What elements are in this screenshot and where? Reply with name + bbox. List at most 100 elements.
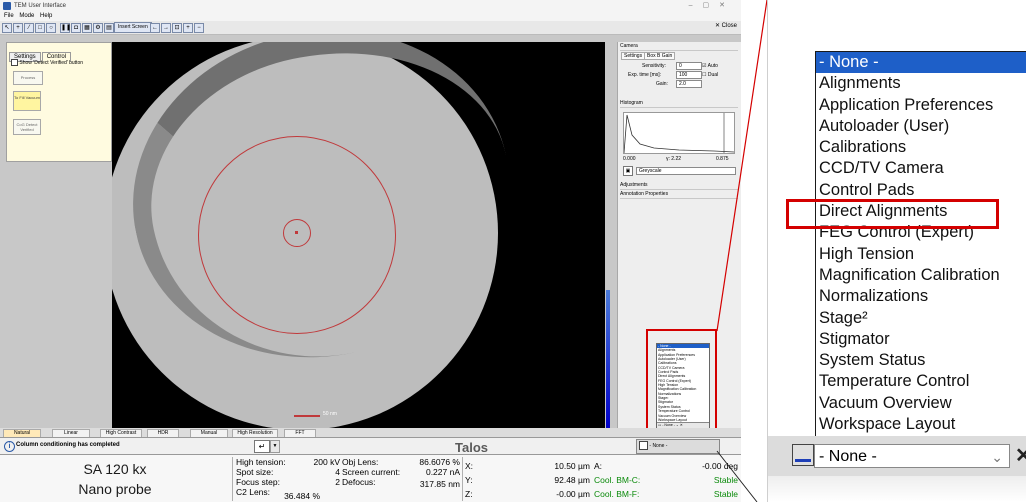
stage-y-label: Y:	[465, 475, 473, 485]
separator	[232, 457, 233, 501]
fill-vacuum-button[interactable]: To Fill Vacuum	[13, 91, 41, 111]
cool-bm-f-label: Cool. BM-F:	[594, 489, 640, 499]
show-detect-verified-checkbox[interactable]	[11, 59, 18, 66]
chevron-down-icon[interactable]: ▼	[270, 440, 280, 453]
layout-icon[interactable]: ▤	[104, 23, 114, 33]
high-tension-value: 200 kV	[313, 457, 340, 467]
defocus-value: 317.85 nm	[419, 479, 460, 489]
dropdown-item-application-preferences[interactable]: Application Preferences	[816, 95, 1026, 116]
dropdown-item-calibrations[interactable]: Calibrations	[816, 137, 1026, 158]
separator	[462, 457, 463, 501]
menu-bar: File Mode Help	[0, 12, 741, 21]
highlight-box-direct-alignments	[786, 199, 999, 229]
dropdown-item-none[interactable]: - None -	[816, 52, 1026, 74]
zoom-in-icon[interactable]: +	[183, 23, 193, 33]
dropdown-item-magnification-calibration[interactable]: Magnification Calibration	[816, 265, 1026, 286]
pause-icon[interactable]: ❚❚	[60, 23, 71, 33]
stage-z-label: Z:	[465, 489, 473, 499]
insert-screen-button[interactable]: Insert Screen	[114, 22, 152, 33]
zoom-fit-icon[interactable]: ⊡	[172, 23, 182, 33]
scale-bar-label: 50 nm	[323, 411, 337, 417]
stage-a-label: A:	[594, 461, 603, 471]
dropdown-item-normalizations[interactable]: Normalizations	[816, 286, 1026, 307]
show-detect-verified-row: Show 'Detect Verified' button	[11, 59, 83, 66]
dropdown-item-system-status[interactable]: System Status	[816, 350, 1026, 371]
magnification-readout: SA 120 kx	[83, 461, 147, 477]
menu-help[interactable]: Help	[40, 13, 52, 19]
intensity-ramp	[606, 290, 610, 428]
workspace-select-bar: - None - ⌄ ✕	[768, 436, 1026, 476]
tab-box-gain[interactable]: Box B Gain	[644, 52, 676, 60]
histogram-min: 0.000	[623, 156, 636, 162]
image-viewer[interactable]: 50 nm	[112, 42, 605, 428]
focus-step-label: Focus step:	[236, 477, 280, 487]
obj-lens-label: Obj Lens:	[342, 457, 379, 467]
process-button[interactable]: Process	[13, 71, 43, 85]
line-tool-icon[interactable]: ⁄	[24, 23, 34, 33]
rectangle-tool-icon[interactable]: □	[35, 23, 45, 33]
dropdown-item-stage[interactable]: Stage²	[816, 308, 1026, 329]
tab-camera-settings[interactable]: Settings	[621, 52, 646, 60]
histogram-gamma: γ: 2.22	[666, 156, 682, 162]
dropdown-item-temperature-control[interactable]: Temperature Control	[816, 371, 1026, 392]
workspace-dropdown-list[interactable]: - None - Alignments Application Preferen…	[815, 51, 1026, 439]
workspace-select[interactable]: - None - ⌄	[814, 444, 1010, 468]
callout-bottom-edge	[768, 476, 1026, 502]
enter-icon[interactable]: ↵	[254, 440, 270, 453]
dropdown-item-high-tension[interactable]: High Tension	[816, 244, 1026, 265]
high-tension-label: High tension:	[236, 457, 286, 467]
menu-mode[interactable]: Mode	[19, 13, 34, 19]
screen-current-label: Screen current:	[342, 467, 401, 477]
toolbar: ↖ + ⁄ □ ○ ❚❚ ◘ ▦ ⚙ ▤ Insert Screen ← → ⊡…	[0, 21, 741, 35]
exp-time-field[interactable]: 100	[676, 71, 702, 79]
dropdown-item-workspace-layout[interactable]: Workspace Layout	[816, 414, 1026, 435]
center-dot	[295, 231, 298, 234]
dropdown-item-control-pads[interactable]: Control Pads	[816, 180, 1026, 201]
dropdown-item-stigmator[interactable]: Stigmator	[816, 329, 1026, 350]
stage-x-value: 10.50 µm	[554, 461, 590, 471]
callout-lines	[716, 0, 768, 502]
chevron-down-icon: ⌄	[991, 449, 1003, 465]
focus-step-value: 2	[335, 477, 340, 487]
grid-icon[interactable]: ▦	[82, 23, 92, 33]
sensitivity-field[interactable]: 0	[676, 62, 702, 70]
stage-y-value: 92.48 µm	[554, 475, 590, 485]
workspace-swatch-icon[interactable]	[792, 444, 814, 466]
c2-lens-label: C2 Lens:	[236, 487, 271, 497]
spot-size-label: Spot size:	[236, 467, 274, 477]
spot-size-value: 4	[335, 467, 340, 477]
settings-icon[interactable]: ⚙	[93, 23, 103, 33]
show-detect-verified-label: Show 'Detect Verified' button	[19, 59, 84, 66]
info-icon: i	[4, 441, 15, 452]
camera-icon[interactable]: ◘	[71, 23, 81, 33]
workspace-swatch-icon	[639, 441, 648, 451]
arrow-right-icon[interactable]: →	[161, 23, 171, 33]
gain-field[interactable]: 2.0	[676, 80, 702, 88]
control-panel-tabs: Settings Control	[9, 45, 72, 62]
detect-verified-button[interactable]: CoG Detect Verified	[13, 119, 41, 135]
window-title: TEM User Interface	[14, 3, 67, 9]
control-panel: Settings Control Show 'Detect Verified' b…	[6, 42, 112, 162]
stage-z-value: -0.00 µm	[556, 489, 590, 499]
zoom-out-icon[interactable]: −	[194, 23, 204, 33]
stage-x-label: X:	[465, 461, 474, 471]
app-icon	[3, 2, 11, 10]
screen-current-value: 0.227 nA	[425, 467, 460, 477]
menu-file[interactable]: File	[4, 13, 14, 19]
crosshair-tool-icon[interactable]: +	[13, 23, 23, 33]
dropdown-item-vacuum-overview[interactable]: Vacuum Overview	[816, 393, 1026, 414]
workspace-select-value: - None -	[819, 448, 877, 465]
circle-tool-icon[interactable]: ○	[46, 23, 56, 33]
workspace-select-status[interactable]: - None -	[636, 439, 720, 454]
select-tool-icon[interactable]: ↖	[2, 23, 12, 33]
dropdown-item-autoloader[interactable]: Autoloader (User)	[816, 116, 1026, 137]
tem-user-interface-window: TEM User Interface –▢✕ File Mode Help ↖ …	[0, 0, 741, 502]
arrow-left-icon[interactable]: ←	[150, 23, 160, 33]
obj-lens-value: 86.6076 %	[419, 457, 460, 467]
dropdown-item-ccd-tv-camera[interactable]: CCD/TV Camera	[816, 158, 1026, 179]
palette-icon[interactable]: ▣	[623, 166, 633, 176]
gain-label: Gain:	[656, 81, 668, 87]
dropdown-item-alignments[interactable]: Alignments	[816, 73, 1026, 94]
scale-bar	[294, 415, 320, 417]
close-icon[interactable]: ✕	[1015, 446, 1026, 466]
